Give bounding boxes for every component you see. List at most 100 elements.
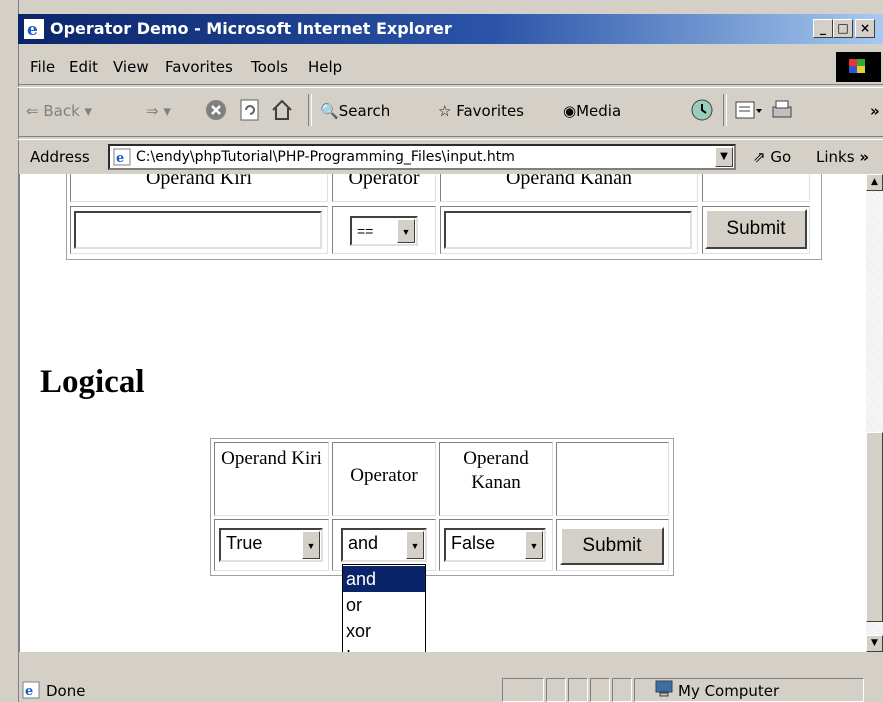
right-operand-select[interactable]: False ▼ bbox=[444, 528, 546, 562]
logical-table: Operand Kiri Operator Operand Kanan True… bbox=[210, 438, 674, 576]
operator-dropdown-list: and or xor ! bbox=[342, 564, 426, 652]
logical-submit-button[interactable]: Submit bbox=[560, 527, 664, 565]
media-icon: ◉ bbox=[563, 102, 577, 120]
page-content: Operand Kiri Operator Operand Kanan == ▼… bbox=[18, 174, 866, 652]
address-value: C:\endy\phpTutorial\PHP-Programming_File… bbox=[136, 149, 515, 165]
ie-logo-icon: e bbox=[24, 19, 44, 39]
minimize-button[interactable]: _ bbox=[813, 19, 833, 38]
zone-text: My Computer bbox=[678, 682, 780, 700]
forward-arrow-icon: ⇒ bbox=[146, 102, 159, 120]
left-operand-value: True bbox=[226, 533, 263, 553]
logical-header-operand-kanan: Operand Kanan bbox=[439, 442, 553, 516]
logical-operator-select[interactable]: and ▼ bbox=[341, 528, 427, 562]
scroll-down-button[interactable]: ▼ bbox=[866, 635, 883, 652]
dropdown-option-xor[interactable]: xor bbox=[343, 618, 425, 644]
back-label: Back bbox=[43, 102, 80, 120]
media-button[interactable]: ◉Media bbox=[563, 102, 621, 120]
go-arrow-icon: ⇗ bbox=[753, 148, 766, 166]
vertical-scrollbar[interactable]: ▲ ▼ bbox=[866, 174, 883, 652]
stop-icon[interactable] bbox=[204, 98, 228, 122]
links-button[interactable]: Links » bbox=[816, 148, 869, 166]
computer-icon bbox=[655, 680, 673, 697]
status-cell bbox=[612, 678, 632, 702]
logical-header-operand-kiri: Operand Kiri bbox=[214, 442, 329, 516]
logical-cell-submit: Submit bbox=[556, 519, 669, 571]
toolbar-separator bbox=[723, 94, 727, 126]
links-label: Links bbox=[816, 148, 855, 166]
go-button[interactable]: ⇗ Go bbox=[753, 148, 791, 166]
logical-header-empty bbox=[556, 442, 669, 516]
logical-header-operator: Operator bbox=[332, 442, 436, 516]
operator-select[interactable]: == ▼ bbox=[350, 216, 418, 246]
favorites-button[interactable]: ☆ Favorites bbox=[438, 102, 524, 120]
refresh-icon[interactable] bbox=[238, 98, 262, 122]
logical-cell-left: True ▼ bbox=[214, 519, 329, 571]
toolbar-separator bbox=[308, 94, 312, 126]
address-input[interactable]: e C:\endy\phpTutorial\PHP-Programming_Fi… bbox=[108, 144, 736, 170]
forward-button[interactable]: ⇒ ▾ bbox=[146, 102, 171, 120]
header-empty bbox=[702, 174, 810, 202]
status-cell bbox=[568, 678, 588, 702]
search-button[interactable]: 🔍Search bbox=[320, 102, 390, 120]
maximize-button[interactable]: □ bbox=[833, 19, 853, 38]
chevron-down-icon[interactable]: ▼ bbox=[302, 531, 320, 559]
chevron-down-icon[interactable]: ▼ bbox=[525, 531, 543, 559]
submit-button[interactable]: Submit bbox=[705, 209, 807, 249]
address-dropdown-button[interactable]: ▼ bbox=[715, 147, 733, 167]
address-label: Address bbox=[30, 148, 90, 166]
favorites-label: Favorites bbox=[456, 102, 524, 120]
menu-edit[interactable]: Edit bbox=[69, 58, 98, 76]
menu-view[interactable]: View bbox=[113, 58, 149, 76]
page-status-icon: e bbox=[22, 681, 40, 699]
cell-submit: Submit bbox=[702, 206, 810, 254]
svg-text:e: e bbox=[116, 151, 124, 166]
comparison-table: Operand Kiri Operator Operand Kanan == ▼… bbox=[66, 174, 822, 260]
cell-operator: == ▼ bbox=[332, 206, 436, 254]
history-icon[interactable] bbox=[690, 98, 714, 122]
menu-tools[interactable]: Tools bbox=[251, 58, 288, 76]
toolbar-more-button[interactable]: » bbox=[870, 102, 880, 120]
mail-icon[interactable] bbox=[734, 98, 764, 122]
logical-cell-right: False ▼ bbox=[439, 519, 553, 571]
header-operand-kiri: Operand Kiri bbox=[70, 174, 328, 202]
header-operand-kanan: Operand Kanan bbox=[440, 174, 698, 202]
operand-kiri-input[interactable] bbox=[74, 211, 322, 249]
back-arrow-icon: ⇐ bbox=[26, 102, 39, 120]
chevron-down-icon[interactable]: ▼ bbox=[397, 219, 415, 243]
scroll-up-button[interactable]: ▲ bbox=[866, 174, 883, 191]
title-bar[interactable]: e Operator Demo - Microsoft Internet Exp… bbox=[18, 14, 883, 44]
links-more: » bbox=[859, 148, 870, 166]
chevron-down-icon[interactable]: ▼ bbox=[406, 531, 424, 559]
cell-operand-kanan bbox=[440, 206, 698, 254]
media-label: Media bbox=[576, 102, 622, 120]
right-operand-value: False bbox=[451, 533, 496, 553]
back-button[interactable]: ⇐ Back ▾ bbox=[26, 102, 92, 120]
windows-logo-icon bbox=[836, 52, 881, 82]
dropdown-option-not[interactable]: ! bbox=[343, 644, 425, 652]
browser-window: e Operator Demo - Microsoft Internet Exp… bbox=[0, 0, 883, 702]
left-operand-select[interactable]: True ▼ bbox=[219, 528, 323, 562]
page-icon: e bbox=[113, 148, 131, 166]
search-label: Search bbox=[338, 102, 391, 120]
left-edge bbox=[0, 0, 19, 702]
dropdown-option-and[interactable]: and bbox=[343, 566, 425, 592]
search-icon: 🔍 bbox=[320, 102, 339, 120]
menu-favorites[interactable]: Favorites bbox=[165, 58, 233, 76]
svg-text:e: e bbox=[25, 684, 33, 699]
menu-help[interactable]: Help bbox=[308, 58, 342, 76]
status-cell bbox=[590, 678, 610, 702]
status-cell bbox=[546, 678, 566, 702]
home-icon[interactable] bbox=[270, 98, 294, 122]
menu-file[interactable]: File bbox=[30, 58, 55, 76]
operand-kanan-input[interactable] bbox=[444, 211, 692, 249]
print-icon[interactable] bbox=[770, 98, 794, 122]
close-button[interactable]: × bbox=[855, 19, 875, 38]
logical-operator-value: and bbox=[348, 533, 379, 553]
address-bar: Address e C:\endy\phpTutorial\PHP-Progra… bbox=[18, 140, 883, 174]
status-text: Done bbox=[46, 682, 86, 700]
dropdown-option-or[interactable]: or bbox=[343, 592, 425, 618]
go-label: Go bbox=[770, 148, 792, 166]
cell-operand-kiri bbox=[70, 206, 328, 254]
scroll-thumb[interactable] bbox=[866, 432, 883, 622]
menu-bar: File Edit View Favorites Tools Help bbox=[18, 52, 883, 82]
